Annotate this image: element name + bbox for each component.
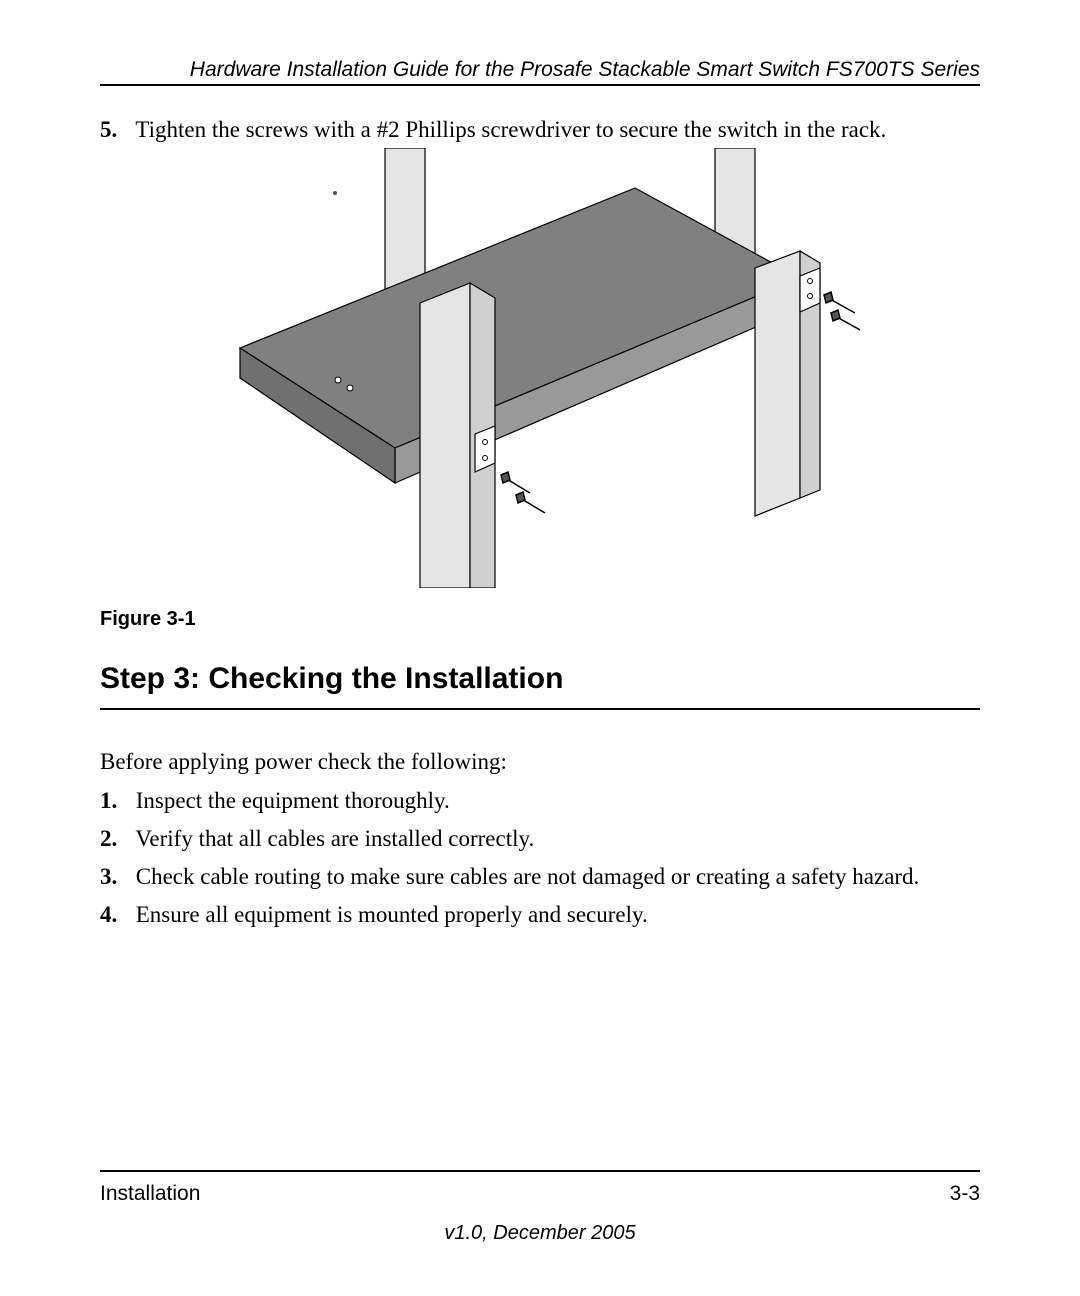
list-item: 3. Check cable routing to make sure cabl… bbox=[100, 864, 980, 890]
rack-mount-illustration-icon bbox=[220, 148, 860, 588]
list-item-number: 4. bbox=[100, 902, 130, 928]
check-list: 1. Inspect the equipment thoroughly. 2. … bbox=[100, 788, 980, 940]
footer-rule bbox=[100, 1170, 980, 1172]
list-item: 2. Verify that all cables are installed … bbox=[100, 826, 980, 852]
running-header: Hardware Installation Guide for the Pros… bbox=[100, 58, 980, 82]
footer-page-number: 3-3 bbox=[950, 1182, 980, 1206]
section-heading: Step 3: Checking the Installation bbox=[100, 662, 980, 696]
list-item-number: 3. bbox=[100, 864, 130, 890]
footer-version: v1.0, December 2005 bbox=[0, 1222, 1080, 1245]
footer-section-name: Installation bbox=[100, 1182, 200, 1206]
list-item-number: 1. bbox=[100, 788, 130, 814]
page: Hardware Installation Guide for the Pros… bbox=[0, 0, 1080, 1296]
figure-caption: Figure 3-1 bbox=[100, 608, 196, 631]
figure-3-1 bbox=[100, 148, 980, 588]
step-5: 5. Tighten the screws with a #2 Phillips… bbox=[100, 117, 980, 143]
step-5-text: Tighten the screws with a #2 Phillips sc… bbox=[135, 117, 886, 142]
list-item-text: Verify that all cables are installed cor… bbox=[135, 826, 534, 851]
list-item-text: Ensure all equipment is mounted properly… bbox=[136, 902, 648, 927]
list-item: 1. Inspect the equipment thoroughly. bbox=[100, 788, 980, 814]
list-item-text: Inspect the equipment thoroughly. bbox=[136, 788, 450, 813]
list-item-text: Check cable routing to make sure cables … bbox=[136, 864, 920, 889]
section-intro: Before applying power check the followin… bbox=[100, 749, 980, 775]
section-heading-rule bbox=[100, 708, 980, 710]
list-item-number: 2. bbox=[100, 826, 130, 852]
list-item: 4. Ensure all equipment is mounted prope… bbox=[100, 902, 980, 928]
header-rule bbox=[100, 84, 980, 86]
step-5-number: 5. bbox=[100, 117, 130, 143]
